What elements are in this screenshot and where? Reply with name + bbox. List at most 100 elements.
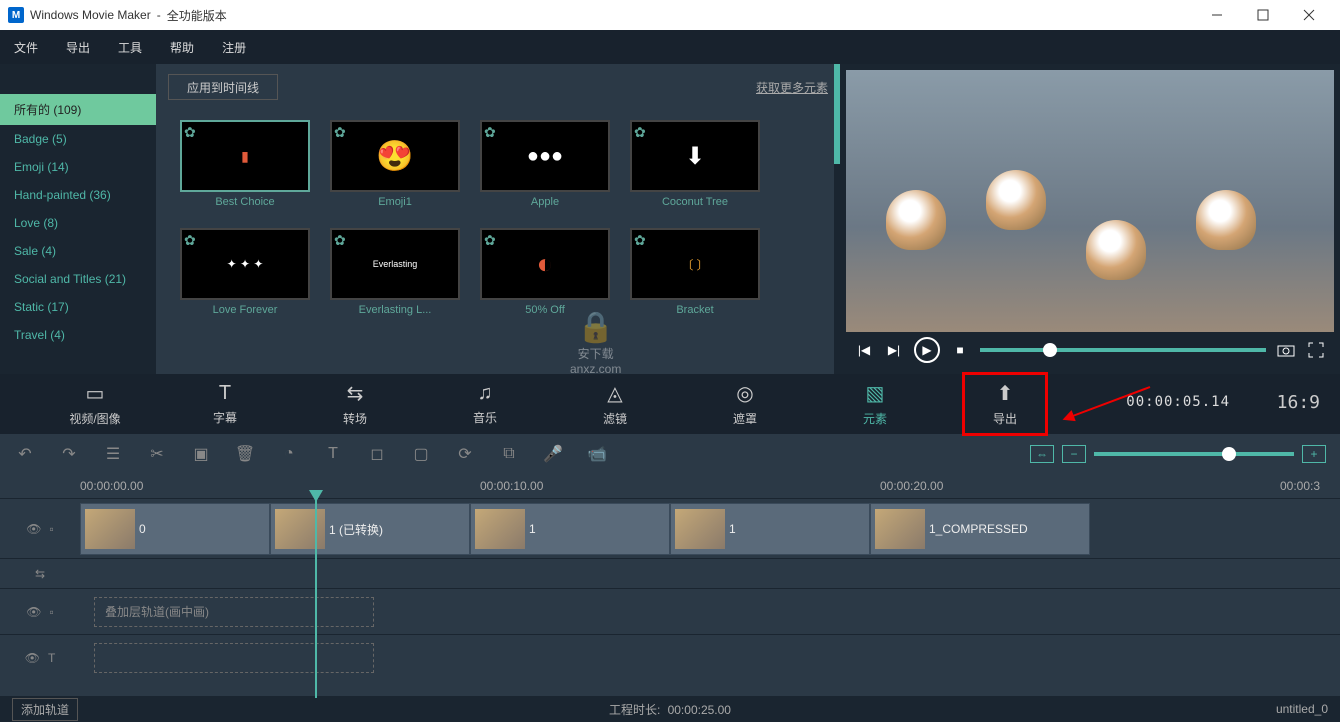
settings-icon[interactable]: ☰ xyxy=(102,443,124,465)
aspect-ratio[interactable]: 16:9 xyxy=(1277,392,1320,413)
apply-to-timeline-button[interactable]: 应用到时间线 xyxy=(168,74,278,100)
tab-subtitle[interactable]: T 字幕 xyxy=(160,382,290,426)
cut-button[interactable]: ✂ xyxy=(146,443,168,465)
menu-tools[interactable]: 工具 xyxy=(118,39,142,56)
camera-button[interactable]: 📹 xyxy=(586,443,608,465)
duration-label: 工程时长: xyxy=(609,703,660,717)
menu-help[interactable]: 帮助 xyxy=(170,39,194,56)
titlebar: M Windows Movie Maker - 全功能版本 xyxy=(0,0,1340,30)
snapshot-button[interactable] xyxy=(1276,340,1296,360)
favorite-icon: ✿ xyxy=(484,124,496,141)
undo-button[interactable]: ↶ xyxy=(14,443,36,465)
preview-screen[interactable] xyxy=(846,70,1334,332)
tab-transition[interactable]: ⇆ 转场 xyxy=(290,381,420,427)
clip[interactable]: 1 (已转换) xyxy=(270,503,470,555)
element-thumb[interactable]: ✿〔 〕 Bracket xyxy=(630,228,760,316)
menu-file[interactable]: 文件 xyxy=(14,39,38,56)
element-thumb[interactable]: ✿Everlasting Everlasting L... xyxy=(330,228,460,316)
app-icon: M xyxy=(8,7,24,23)
zoom-handle[interactable] xyxy=(1222,447,1236,461)
progress-handle[interactable] xyxy=(1043,343,1057,357)
mode-tabs: ▭ 视频/图像 T 字幕 ⇆ 转场 ♫ 音乐 ◬ 滤镜 ◎ 遮罩 ▧ 元素 ⬆ … xyxy=(0,374,1340,434)
scrollbar-thumb[interactable] xyxy=(834,64,840,164)
text-icon: T xyxy=(219,382,231,405)
clip[interactable]: 1_COMPRESSED xyxy=(870,503,1090,555)
tab-filter[interactable]: ◬ 滤镜 xyxy=(550,381,680,427)
eye-icon[interactable]: 👁 xyxy=(26,605,41,619)
element-thumb[interactable]: ✿▮ Best Choice xyxy=(180,120,310,208)
clip[interactable]: 1 xyxy=(470,503,670,555)
crop2-button[interactable]: ◻ xyxy=(366,443,388,465)
element-thumb[interactable]: ✿😍 Emoji1 xyxy=(330,120,460,208)
stop-button[interactable]: ■ xyxy=(950,340,970,360)
minimize-button[interactable] xyxy=(1194,0,1240,30)
next-frame-button[interactable]: ▶| xyxy=(884,340,904,360)
redo-button[interactable]: ↷ xyxy=(58,443,80,465)
add-track-button[interactable]: 添加轨道 xyxy=(12,698,78,721)
element-thumb[interactable]: ✿●●● Apple xyxy=(480,120,610,208)
sidebar-item-social[interactable]: Social and Titles (21) xyxy=(0,265,156,293)
sidebar-item-all[interactable]: 所有的 (109) xyxy=(0,94,156,125)
sidebar-item-badge[interactable]: Badge (5) xyxy=(0,125,156,153)
current-time: 00:00:05.14 xyxy=(1126,394,1230,410)
get-more-elements-link[interactable]: 获取更多元素 xyxy=(756,79,828,96)
preview-controls: |◀ ▶| ▶ ■ xyxy=(846,332,1334,368)
mask-icon: ◎ xyxy=(736,381,753,406)
copy-button[interactable]: ⧉ xyxy=(498,443,520,465)
element-thumb[interactable]: ✿✦ ✦ ✦ Love Forever xyxy=(180,228,310,316)
close-button[interactable] xyxy=(1286,0,1332,30)
preview-panel: |◀ ▶| ▶ ■ xyxy=(840,64,1340,374)
delete-button[interactable]: 🗑 xyxy=(234,443,256,465)
app-subtitle: 全功能版本 xyxy=(167,7,227,24)
sidebar-item-love[interactable]: Love (8) xyxy=(0,209,156,237)
menu-export[interactable]: 导出 xyxy=(66,39,90,56)
fullscreen-button[interactable] xyxy=(1306,340,1326,360)
project-name: untitled_0 xyxy=(1276,702,1328,716)
frame-button[interactable]: ▢ xyxy=(410,443,432,465)
tab-music[interactable]: ♫ 音乐 xyxy=(420,382,550,426)
favorite-icon: ✿ xyxy=(484,232,496,249)
menu-register[interactable]: 注册 xyxy=(222,39,246,56)
element-thumb[interactable]: ✿◐ 50% Off xyxy=(480,228,610,316)
maximize-button[interactable] xyxy=(1240,0,1286,30)
crop-button[interactable]: ▣ xyxy=(190,443,212,465)
video-track[interactable]: 👁 ▫ 0 1 (已转换) 1 1 1_COMPRESSED xyxy=(0,498,1340,558)
element-thumb[interactable]: ✿⬇ Coconut Tree xyxy=(630,120,760,208)
overlay-dropzone[interactable]: 叠加层轨道(画中画) xyxy=(94,597,374,627)
category-sidebar: 所有的 (109) Badge (5) Emoji (14) Hand-pain… xyxy=(0,64,156,374)
playhead[interactable] xyxy=(315,498,317,698)
eye-icon[interactable]: 👁 xyxy=(26,522,41,536)
zoom-slider[interactable] xyxy=(1094,452,1294,456)
lock-icon[interactable]: ▫ xyxy=(49,605,53,619)
transition-track[interactable]: ⇆ xyxy=(0,558,1340,588)
duration-value: 00:00:25.00 xyxy=(668,703,731,717)
tab-video[interactable]: ▭ 视频/图像 xyxy=(30,381,160,427)
clip[interactable]: 1 xyxy=(670,503,870,555)
preview-progress[interactable] xyxy=(980,348,1266,352)
speed-button[interactable]: ◔ xyxy=(278,443,300,465)
timeline-ruler[interactable]: 00:00:00.00 00:00:10.00 00:00:20.00 00:0… xyxy=(0,474,1340,498)
sidebar-item-travel[interactable]: Travel (4) xyxy=(0,321,156,349)
sidebar-item-handpainted[interactable]: Hand-painted (36) xyxy=(0,181,156,209)
sidebar-item-static[interactable]: Static (17) xyxy=(0,293,156,321)
sidebar-item-sale[interactable]: Sale (4) xyxy=(0,237,156,265)
play-button[interactable]: ▶ xyxy=(914,337,940,363)
zoom-in-button[interactable]: + xyxy=(1302,445,1326,463)
sidebar-item-emoji[interactable]: Emoji (14) xyxy=(0,153,156,181)
favorite-icon: ✿ xyxy=(334,124,346,141)
rotate-button[interactable]: ⟳ xyxy=(454,443,476,465)
fit-button[interactable]: ⇔ xyxy=(1030,445,1054,463)
text-button[interactable]: T xyxy=(322,443,344,465)
tab-mask[interactable]: ◎ 遮罩 xyxy=(680,381,810,427)
overlay-track[interactable]: 👁 ▫ 叠加层轨道(画中画) xyxy=(0,588,1340,634)
zoom-out-button[interactable]: − xyxy=(1062,445,1086,463)
prev-frame-button[interactable]: |◀ xyxy=(854,340,874,360)
text-track[interactable]: 👁 T xyxy=(0,634,1340,680)
text-dropzone[interactable] xyxy=(94,643,374,673)
clip[interactable]: 0 xyxy=(80,503,270,555)
tab-element[interactable]: ▧ 元素 xyxy=(810,381,940,427)
lock-icon[interactable]: ▫ xyxy=(49,522,53,536)
mic-button[interactable]: 🎤 xyxy=(542,443,564,465)
eye-icon[interactable]: 👁 xyxy=(25,651,40,665)
tab-export[interactable]: ⬆ 导出 xyxy=(940,372,1070,436)
